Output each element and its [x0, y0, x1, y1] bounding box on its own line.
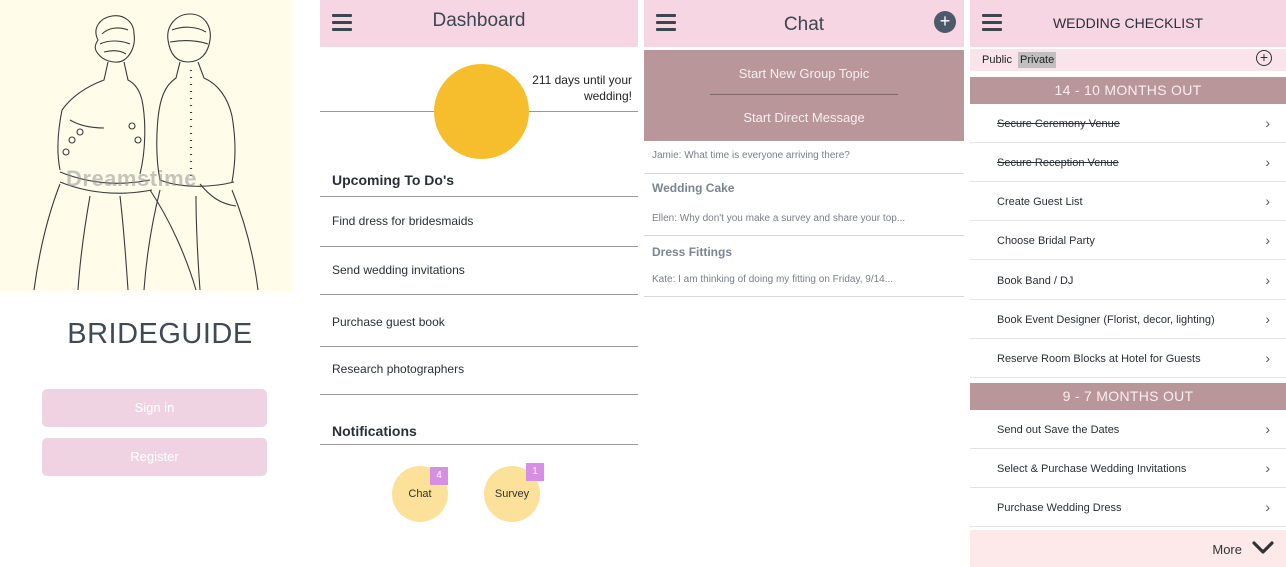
countdown-text: 211 days until your wedding! — [532, 73, 632, 103]
todo-item[interactable]: Send wedding invitations — [332, 263, 465, 277]
register-button[interactable]: Register — [42, 438, 267, 476]
item-label: Reserve Room Blocks at Hotel for Guests — [997, 353, 1201, 365]
start-group-topic-button[interactable]: Start New Group Topic — [644, 66, 964, 81]
thread-title[interactable]: Dress Fittings — [652, 245, 732, 259]
checklist-item[interactable]: Reserve Room Blocks at Hotel for Guests … — [970, 339, 1286, 378]
brides-sketch-icon — [33, 13, 259, 291]
item-label: Book Band / DJ — [997, 275, 1074, 287]
countdown-circle — [434, 64, 529, 159]
checklist-header: WEDDING CHECKLIST — [970, 0, 1286, 47]
divider — [644, 235, 964, 236]
divider — [644, 296, 964, 297]
section-header: 9 - 7 MONTHS OUT — [970, 383, 1286, 410]
checklist-screen: WEDDING CHECKLIST Public Private + 14 - … — [970, 0, 1286, 567]
login-screen: Dreamstime BRIDEGUIDE Sign in Register — [0, 0, 320, 567]
visibility-toggle: Public Private + — [970, 49, 1286, 71]
checklist-item[interactable]: Book Band / DJ › — [970, 261, 1286, 300]
chevron-right-icon: › — [1265, 421, 1270, 437]
chevron-down-icon — [1252, 541, 1274, 554]
item-label: Secure Ceremony Venue — [997, 118, 1120, 130]
checklist-item[interactable]: Purchase Wedding Dress › — [970, 488, 1286, 527]
thread-title[interactable]: Wedding Cake — [652, 181, 734, 195]
chevron-right-icon: › — [1265, 350, 1270, 366]
checklist-item[interactable]: Choose Bridal Party › — [970, 221, 1286, 260]
chevron-right-icon: › — [1265, 232, 1270, 248]
message-preview[interactable]: Kate: I am thinking of doing my fitting … — [652, 274, 893, 285]
more-label: More — [1212, 542, 1242, 557]
chat-header: Chat + — [644, 0, 964, 47]
divider — [320, 394, 638, 395]
checklist-item[interactable]: Create Guest List › — [970, 182, 1286, 221]
add-icon[interactable]: + — [934, 11, 956, 33]
public-toggle[interactable]: Public — [982, 54, 1012, 66]
dashboard-header: Dashboard — [320, 0, 638, 47]
survey-count-badge: 1 — [526, 463, 544, 481]
checklist-item[interactable]: Book Event Designer (Florist, decor, lig… — [970, 300, 1286, 339]
app-brand: BRIDEGUIDE — [67, 318, 253, 350]
chevron-right-icon: › — [1265, 460, 1270, 476]
checklist-item[interactable]: Select & Purchase Wedding Invitations › — [970, 449, 1286, 488]
chat-actions-panel: Start New Group Topic Start Direct Messa… — [644, 50, 964, 141]
item-label: Send out Save the Dates — [997, 424, 1120, 436]
item-label: Choose Bridal Party — [997, 235, 1095, 247]
item-label: Select & Purchase Wedding Invitations — [997, 463, 1187, 475]
notification-label: Survey — [494, 488, 530, 500]
page-title: WEDDING CHECKLIST — [1052, 15, 1204, 31]
divider — [644, 173, 964, 174]
message-preview[interactable]: Ellen: Why don't you make a survey and s… — [652, 213, 905, 224]
item-label: Book Event Designer (Florist, decor, lig… — [997, 314, 1215, 326]
item-label: Create Guest List — [997, 196, 1083, 208]
more-button[interactable]: More — [970, 530, 1286, 567]
divider — [320, 294, 638, 295]
chevron-right-icon: › — [1265, 311, 1270, 327]
item-label: Secure Reception Venue — [997, 157, 1119, 169]
page-title: Chat — [783, 14, 825, 35]
page-title: Dashboard — [432, 10, 526, 31]
divider — [710, 94, 898, 95]
chevron-right-icon: › — [1265, 115, 1270, 131]
chevron-right-icon: › — [1265, 272, 1270, 288]
checklist-item[interactable]: Secure Reception Venue › — [970, 143, 1286, 182]
chevron-right-icon: › — [1265, 499, 1270, 515]
start-direct-message-button[interactable]: Start Direct Message — [644, 110, 964, 125]
sign-in-button[interactable]: Sign in — [42, 389, 267, 427]
message-preview[interactable]: Jamie: What time is everyone arriving th… — [652, 150, 850, 161]
chat-screen: Chat + Start New Group Topic Start Direc… — [644, 0, 964, 567]
divider — [320, 346, 638, 347]
notifications-title: Notifications — [332, 423, 417, 439]
todo-item[interactable]: Purchase guest book — [332, 315, 445, 329]
private-toggle[interactable]: Private — [1018, 52, 1057, 68]
upcoming-title: Upcoming To Do's — [332, 172, 455, 188]
dashboard-screen: Dashboard 211 days until your wedding! U… — [320, 0, 638, 567]
todo-item[interactable]: Research photographers — [332, 362, 464, 376]
divider — [320, 196, 638, 197]
chat-count-badge: 4 — [430, 467, 448, 485]
divider — [320, 246, 638, 247]
watermark-text: Dreamstime — [66, 166, 197, 191]
divider — [320, 444, 638, 445]
bride-illustration: Dreamstime — [0, 0, 293, 292]
add-circle-icon[interactable]: + — [1256, 50, 1272, 66]
notification-label: Chat — [408, 488, 432, 500]
checklist-item[interactable]: Secure Ceremony Venue › — [970, 104, 1286, 143]
item-label: Purchase Wedding Dress — [997, 502, 1122, 514]
chevron-right-icon: › — [1265, 193, 1270, 209]
chevron-right-icon: › — [1265, 154, 1270, 170]
section-header: 14 - 10 MONTHS OUT — [970, 77, 1286, 104]
todo-item[interactable]: Find dress for bridesmaids — [332, 214, 473, 228]
checklist-item[interactable]: Send out Save the Dates › — [970, 410, 1286, 449]
